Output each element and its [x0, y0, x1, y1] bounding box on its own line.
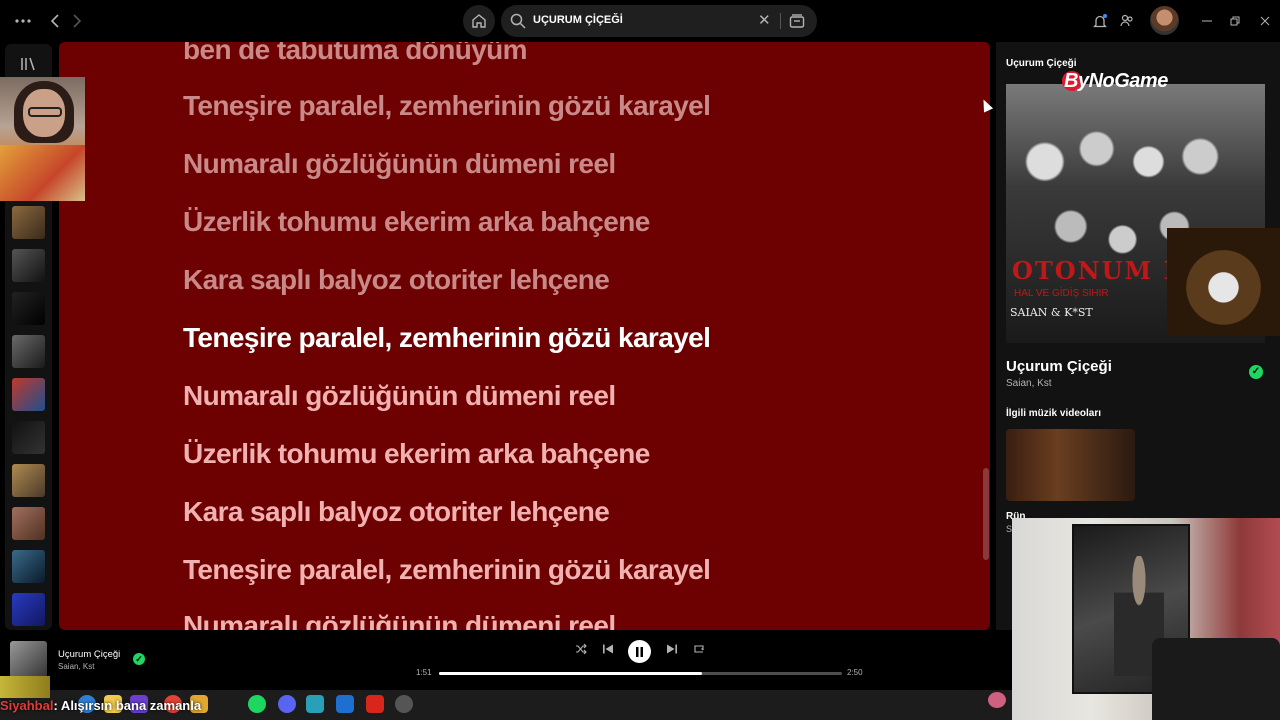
lyrics-scrollbar[interactable] — [983, 468, 989, 560]
lyric-line-active[interactable]: Teneşire paralel, zemherinin gözü karaye… — [183, 322, 711, 354]
lyric-line[interactable]: Kara saplı balyoz otoriter lehçene — [183, 264, 610, 296]
cover-portrait — [1167, 228, 1280, 336]
chat-avatar — [0, 676, 50, 698]
lyric-line[interactable]: Kara saplı balyoz otoriter lehçene — [183, 496, 610, 528]
library-item[interactable] — [12, 550, 45, 583]
pause-button[interactable] — [628, 640, 651, 663]
word-icon[interactable] — [336, 695, 354, 713]
acrobat-icon[interactable] — [366, 695, 384, 713]
chat-username: Siyahbal — [0, 698, 54, 713]
elapsed-time: 1:51 — [416, 668, 432, 677]
song-artists[interactable]: Saian, Kst — [1006, 378, 1052, 389]
previous-track-icon[interactable] — [602, 643, 614, 658]
lyric-line[interactable]: ben de tabutuma dönüyüm — [183, 42, 528, 66]
avatar[interactable] — [1150, 6, 1179, 35]
lyric-line[interactable]: Numaralı gözlüğünün dümeni reel — [183, 380, 616, 412]
home-icon — [472, 14, 486, 28]
close-icon[interactable]: ✕ — [758, 13, 771, 28]
chat-text: : Alışırsın bana zamanla — [53, 698, 202, 713]
spotify-icon[interactable] — [248, 695, 266, 713]
repeat-icon[interactable] — [693, 643, 705, 658]
obs-icon[interactable] — [395, 695, 413, 713]
minimize-icon[interactable] — [1196, 10, 1218, 32]
search-query[interactable]: UÇURUM ÇİÇEĞİ — [533, 14, 623, 26]
webcam-overlay-top — [0, 77, 85, 201]
close-window-icon[interactable] — [1254, 10, 1276, 32]
library-item[interactable] — [12, 206, 45, 239]
stream-chat-message: Siyahbal: Alışırsın bana zamanla — [0, 698, 201, 713]
forward-arrow-icon[interactable] — [66, 10, 88, 32]
saved-check-icon[interactable]: ✓ — [1249, 365, 1263, 379]
tray-icon[interactable] — [988, 692, 1006, 708]
progress-fill — [439, 672, 703, 675]
now-playing-artist[interactable]: Saian, Kst — [58, 662, 94, 671]
back-arrow-icon[interactable] — [44, 10, 66, 32]
song-title[interactable]: Uçurum Çiçeği — [1006, 358, 1112, 375]
lyric-line[interactable]: Numaralı gözlüğünün dümeni reel — [183, 148, 616, 180]
watermark: ByNoGame — [1064, 70, 1168, 92]
browse-icon[interactable] — [789, 13, 805, 29]
next-track-icon[interactable] — [666, 643, 678, 658]
spotify-window: UÇURUM ÇİÇEĞİ ✕ ben de tabutuma dönüyüm … — [0, 0, 1280, 720]
lyrics-panel: ben de tabutuma dönüyüm Teneşire paralel… — [59, 42, 990, 630]
progress-bar[interactable] — [439, 672, 842, 675]
shuffle-icon[interactable] — [575, 643, 587, 658]
video-thumbnail[interactable] — [1006, 429, 1135, 501]
saved-check-icon[interactable]: ✓ — [133, 653, 145, 665]
library-item[interactable] — [12, 292, 45, 325]
more-horizontal-icon[interactable] — [12, 10, 34, 32]
cover-subtitle: HAL VE GİDİŞ SIHIR — [1014, 288, 1109, 299]
total-time: 2:50 — [847, 668, 863, 677]
divider — [780, 13, 781, 29]
book-cover — [0, 145, 85, 201]
lyric-line[interactable]: Üzerlik tohumu ekerim arka bahçene — [183, 206, 650, 238]
friend-activity-icon[interactable] — [1116, 10, 1138, 32]
webcam-overlay-bottom — [1012, 518, 1280, 720]
library-item[interactable] — [12, 421, 45, 454]
library-item[interactable] — [12, 593, 45, 626]
library-item[interactable] — [12, 507, 45, 540]
library-item[interactable] — [12, 249, 45, 282]
cover-artists: SAIAN & K*ST — [1010, 306, 1093, 319]
library-icon[interactable] — [20, 56, 36, 72]
library-item[interactable] — [12, 335, 45, 368]
gaming-chair — [1152, 638, 1280, 720]
notifications-bell-icon[interactable] — [1089, 10, 1111, 32]
panel-title: Uçurum Çiçeği — [1006, 58, 1077, 69]
related-videos-heading: İlgili müzik videoları — [1006, 408, 1102, 419]
glasses — [28, 107, 62, 117]
app-icon[interactable] — [306, 695, 324, 713]
now-playing-art[interactable] — [10, 641, 47, 678]
home-button[interactable] — [463, 5, 495, 37]
now-playing-title[interactable]: Uçurum Çiçeği — [58, 649, 120, 660]
lyric-line[interactable]: Teneşire paralel, zemherinin gözü karaye… — [183, 554, 711, 586]
pause-icon — [636, 646, 643, 657]
library-item[interactable] — [12, 378, 45, 411]
library-item[interactable] — [12, 464, 45, 497]
lyric-line[interactable]: Teneşire paralel, zemherinin gözü karaye… — [183, 90, 711, 122]
search-icon — [510, 13, 526, 29]
lyric-line[interactable]: Üzerlik tohumu ekerim arka bahçene — [183, 438, 650, 470]
restore-icon[interactable] — [1224, 10, 1246, 32]
lyric-line[interactable]: Numaralı gözlüğünün dümeni reel — [183, 610, 616, 630]
top-bar: UÇURUM ÇİÇEĞİ ✕ — [0, 0, 1280, 42]
search-input[interactable]: UÇURUM ÇİÇEĞİ ✕ — [501, 5, 817, 37]
discord-icon[interactable] — [278, 695, 296, 713]
